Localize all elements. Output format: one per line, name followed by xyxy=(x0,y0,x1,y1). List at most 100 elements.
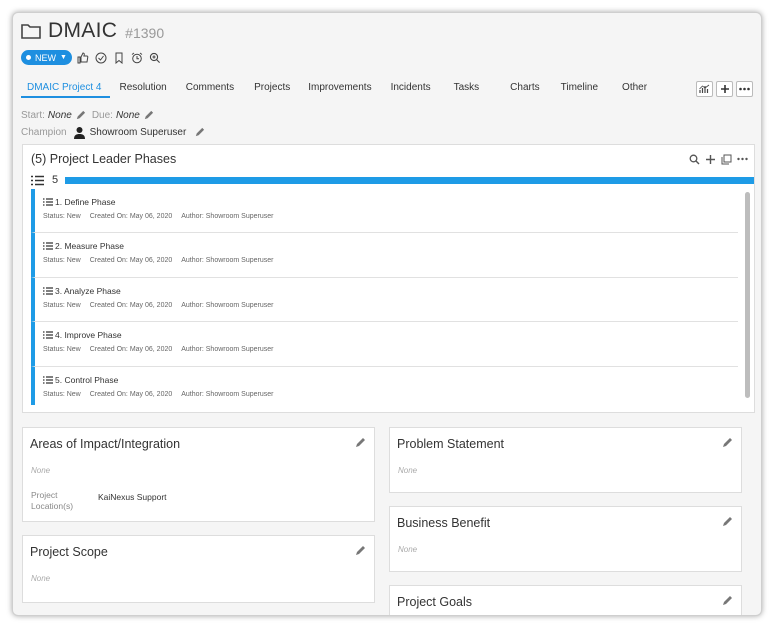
areas-none: None xyxy=(31,466,51,475)
list-icon xyxy=(43,375,53,384)
due-value: None xyxy=(115,110,140,121)
item-id: #1390 xyxy=(125,24,165,41)
phase-name[interactable]: 3. Analyze Phase xyxy=(55,286,121,296)
problem-title: Problem Statement xyxy=(397,437,504,451)
phases-title: (5) Project Leader Phases xyxy=(31,152,177,166)
list-item[interactable]: 5. Control Phase Status: New Created On: … xyxy=(31,366,738,405)
phase-name[interactable]: 4. Improve Phase xyxy=(55,330,122,340)
phase-status: Status: New xyxy=(43,213,81,220)
project-goals-card: Project Goals xyxy=(389,585,742,615)
phase-name[interactable]: 5. Control Phase xyxy=(55,375,118,385)
phase-author: Author: Showroom Superuser xyxy=(181,390,274,398)
alarm-clock-icon[interactable] xyxy=(130,51,144,65)
business-benefit-card: Business Benefit None xyxy=(389,506,742,572)
tab-tools xyxy=(696,81,753,97)
phase-status: Status: New xyxy=(43,257,81,265)
phase-author: Author: Showroom Superuser xyxy=(181,213,274,220)
phase-status: Status: New xyxy=(43,390,81,398)
copy-icon[interactable] xyxy=(720,153,732,165)
edit-areas-icon[interactable] xyxy=(354,437,366,449)
project-leader-phases-panel: (5) Project Leader Phases 5 1. Define Ph… xyxy=(22,144,755,413)
phases-progress-row: 5 xyxy=(31,174,754,186)
list-item[interactable]: 2. Measure Phase Status: New Created On: … xyxy=(31,233,738,278)
champion-label: Champion xyxy=(21,127,67,138)
tab-bar: DMAIC Project 4 Resolution Comments Proj… xyxy=(21,82,656,98)
phase-created: Created On: May 06, 2020 xyxy=(89,213,173,220)
start-label: Start: xyxy=(21,110,45,121)
more-options-icon[interactable] xyxy=(736,153,748,165)
tab-projects[interactable]: Projects xyxy=(243,82,299,98)
edit-start-icon[interactable] xyxy=(75,110,86,121)
tab-timeline[interactable]: Timeline xyxy=(552,82,607,98)
start-value: None xyxy=(47,110,72,121)
phases-count: 5 xyxy=(52,174,59,186)
add-icon[interactable] xyxy=(704,153,716,165)
phases-tools xyxy=(688,153,748,165)
phase-status: Status: New xyxy=(43,301,81,309)
check-circle-icon[interactable] xyxy=(94,51,108,65)
champion-row: Champion Showroom Superuser xyxy=(21,126,205,139)
problem-statement-card: Problem Statement None xyxy=(389,427,742,493)
tab-dmaic-project-4[interactable]: DMAIC Project 4 xyxy=(21,82,111,98)
phase-author: Author: Showroom Superuser xyxy=(181,301,274,309)
edit-due-icon[interactable] xyxy=(143,110,154,121)
bookmark-icon[interactable] xyxy=(112,51,126,65)
list-icon xyxy=(43,198,53,206)
phase-author: Author: Showroom Superuser xyxy=(181,257,274,265)
avatar xyxy=(73,127,85,139)
tab-improvements[interactable]: Improvements xyxy=(299,82,380,98)
chart-icon[interactable] xyxy=(696,81,713,97)
areas-of-impact-card: Areas of Impact/Integration None Project… xyxy=(22,427,375,522)
benefit-title: Business Benefit xyxy=(397,516,491,530)
scope-title: Project Scope xyxy=(30,545,108,559)
location-value: KaiNexus Support xyxy=(98,492,167,502)
page-title: DMAIC xyxy=(48,19,118,42)
edit-benefit-icon[interactable] xyxy=(721,516,733,528)
status-dropdown-button[interactable]: NEW ▼ xyxy=(21,50,72,65)
phase-name[interactable]: 1. Define Phase xyxy=(55,197,115,207)
folder-icon xyxy=(21,24,41,39)
page-header: DMAIC #1390 xyxy=(21,19,164,43)
more-icon[interactable] xyxy=(736,81,753,97)
phase-created: Created On: May 06, 2020 xyxy=(89,346,173,354)
tab-tasks[interactable]: Tasks xyxy=(440,82,495,98)
phase-author: Author: Showroom Superuser xyxy=(181,346,274,354)
list-icon xyxy=(43,331,53,339)
phases-scrollbar[interactable] xyxy=(745,192,750,398)
list-item[interactable]: 4. Improve Phase Status: New Created On: … xyxy=(31,322,738,367)
list-item[interactable]: 1. Define Phase Status: New Created On: M… xyxy=(31,189,738,234)
location-label: Project Location(s) xyxy=(31,490,74,511)
due-label: Due: xyxy=(91,110,113,121)
chevron-down-icon: ▼ xyxy=(60,54,67,61)
plus-icon[interactable] xyxy=(716,81,733,97)
edit-goals-icon[interactable] xyxy=(721,595,733,607)
status-label: NEW xyxy=(35,52,56,63)
areas-title: Areas of Impact/Integration xyxy=(30,437,181,451)
thumbs-up-icon[interactable] xyxy=(76,51,90,65)
goals-title: Project Goals xyxy=(397,595,473,609)
search-icon[interactable] xyxy=(688,153,700,165)
phase-created: Created On: May 06, 2020 xyxy=(89,390,173,398)
dates-row: Start: None Due: None xyxy=(21,110,154,121)
tab-charts[interactable]: Charts xyxy=(494,82,551,98)
edit-scope-icon[interactable] xyxy=(354,545,366,557)
phases-progress-bar xyxy=(65,176,754,184)
edit-champion-icon[interactable] xyxy=(194,127,205,138)
tab-comments[interactable]: Comments xyxy=(176,82,243,98)
tab-incidents[interactable]: Incidents xyxy=(381,82,440,98)
champion-name[interactable]: Showroom Superuser xyxy=(90,127,187,138)
status-dot-icon xyxy=(26,55,31,60)
tab-other[interactable]: Other xyxy=(607,82,656,98)
phase-status: Status: New xyxy=(43,346,81,354)
benefit-none: None xyxy=(398,545,418,554)
phase-created: Created On: May 06, 2020 xyxy=(89,257,173,265)
phases-list: 1. Define Phase Status: New Created On: M… xyxy=(31,189,738,405)
project-scope-card: Project Scope None xyxy=(22,535,375,603)
list-item[interactable]: 3. Analyze Phase Status: New Created On: … xyxy=(31,277,738,323)
tab-resolution[interactable]: Resolution xyxy=(110,82,175,98)
list-icon xyxy=(31,175,44,185)
phase-name[interactable]: 2. Measure Phase xyxy=(55,241,124,251)
action-toolbar: NEW ▼ xyxy=(21,50,162,65)
edit-problem-icon[interactable] xyxy=(721,437,733,449)
zoom-in-icon[interactable] xyxy=(148,51,162,65)
